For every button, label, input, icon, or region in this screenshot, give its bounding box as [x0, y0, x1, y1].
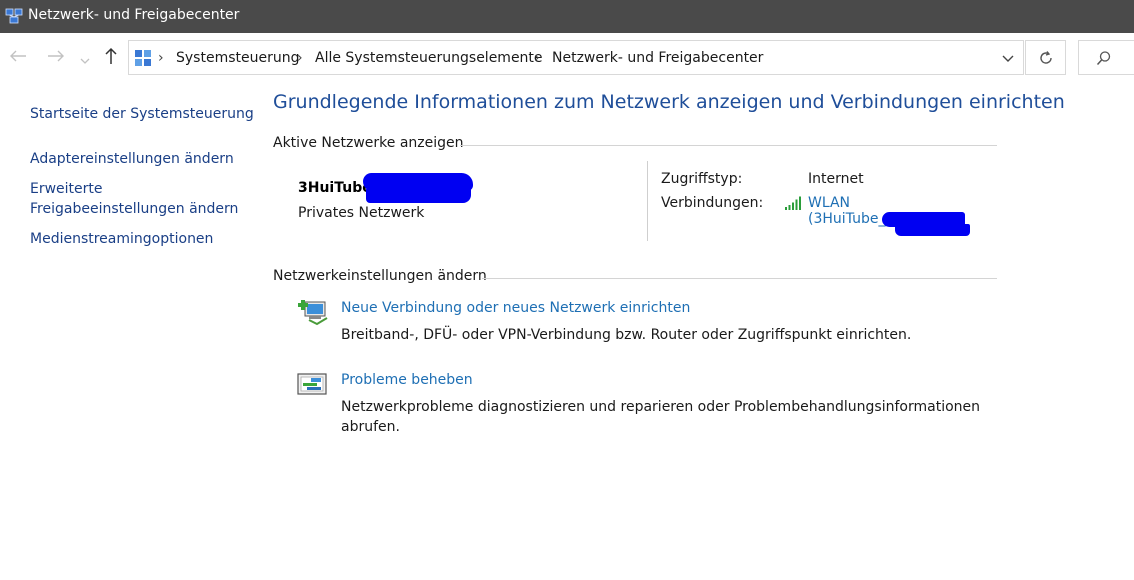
chevron-down-icon	[80, 58, 90, 64]
troubleshoot-link[interactable]: Probleme beheben	[341, 372, 473, 388]
new-connection-icon	[298, 300, 328, 326]
address-dropdown-icon[interactable]	[1001, 51, 1015, 65]
network-category: Privates Netzwerk	[298, 205, 425, 221]
sidebar-item-medienstreaming[interactable]: Medienstreamingoptionen	[30, 229, 213, 249]
refresh-button[interactable]	[1025, 40, 1066, 75]
breadcrumb-separator: ›	[158, 50, 164, 66]
arrow-left-icon	[10, 50, 26, 62]
access-type-label: Zugriffstyp:	[661, 171, 743, 187]
search-icon	[1096, 51, 1111, 66]
search-input[interactable]	[1078, 40, 1134, 75]
page-title: Grundlegende Informationen zum Netzwerk …	[273, 91, 1065, 113]
sidebar-item-startseite[interactable]: Startseite der Systemsteuerung	[30, 104, 254, 124]
section-divider	[482, 278, 997, 279]
new-connection-description: Breitband-, DFÜ- oder VPN-Verbindung bzw…	[341, 327, 912, 343]
connections-label: Verbindungen:	[661, 195, 764, 211]
arrow-up-icon	[105, 47, 117, 64]
vertical-divider	[647, 161, 648, 241]
back-button[interactable]	[9, 48, 27, 68]
navigation-bar: › Systemsteuerung › Alle Systemsteuerung…	[0, 33, 1134, 85]
sidebar-item-freigabeeinstellungen[interactable]: Erweiterte Freigabeeinstellungen ändern	[30, 179, 238, 219]
address-bar[interactable]: › Systemsteuerung › Alle Systemsteuerung…	[128, 40, 1024, 75]
troubleshoot-description: Netzwerkprobleme diagnostizieren und rep…	[341, 399, 981, 435]
breadcrumb-systemsteuerung[interactable]: Systemsteuerung	[176, 50, 299, 66]
breadcrumb-current[interactable]: Netzwerk- und Freigabecenter	[552, 50, 763, 66]
sidebar-item-label: Erweiterte	[30, 181, 103, 197]
breadcrumb-separator: ›	[297, 50, 303, 66]
window-title: Netzwerk- und Freigabecenter	[28, 7, 240, 23]
forward-button[interactable]	[47, 48, 65, 68]
arrow-right-icon	[48, 50, 64, 62]
new-connection-link[interactable]: Neue Verbindung oder neues Netzwerk einr…	[341, 300, 690, 316]
control-panel-icon	[135, 50, 151, 66]
sidebar-item-label: Freigabeeinstellungen ändern	[30, 201, 239, 217]
section-heading-active-networks: Aktive Netzwerke anzeigen	[273, 135, 464, 151]
redaction-mark	[366, 188, 471, 203]
troubleshoot-icon	[297, 373, 327, 395]
wlan-connection-link[interactable]: WLAN (3HuiTube_	[808, 195, 885, 227]
redaction-mark	[895, 224, 970, 236]
section-divider	[460, 145, 997, 146]
up-button[interactable]	[104, 47, 118, 70]
network-center-icon	[5, 8, 23, 24]
breadcrumb-alle-elemente[interactable]: Alle Systemsteuerungselemente	[315, 50, 543, 66]
recent-locations-button[interactable]	[80, 52, 90, 72]
wifi-signal-icon	[785, 196, 801, 210]
wlan-link-line2: (3HuiTube_	[808, 211, 886, 227]
access-type-value: Internet	[808, 171, 864, 187]
sidebar-item-adaptereinstellungen[interactable]: Adaptereinstellungen ändern	[30, 149, 234, 169]
section-heading-change-settings: Netzwerkeinstellungen ändern	[273, 268, 487, 284]
refresh-icon	[1040, 51, 1052, 64]
wlan-link-line1: WLAN	[808, 195, 851, 211]
breadcrumb-separator: ›	[534, 50, 540, 66]
title-bar: Netzwerk- und Freigabecenter	[0, 0, 1134, 33]
